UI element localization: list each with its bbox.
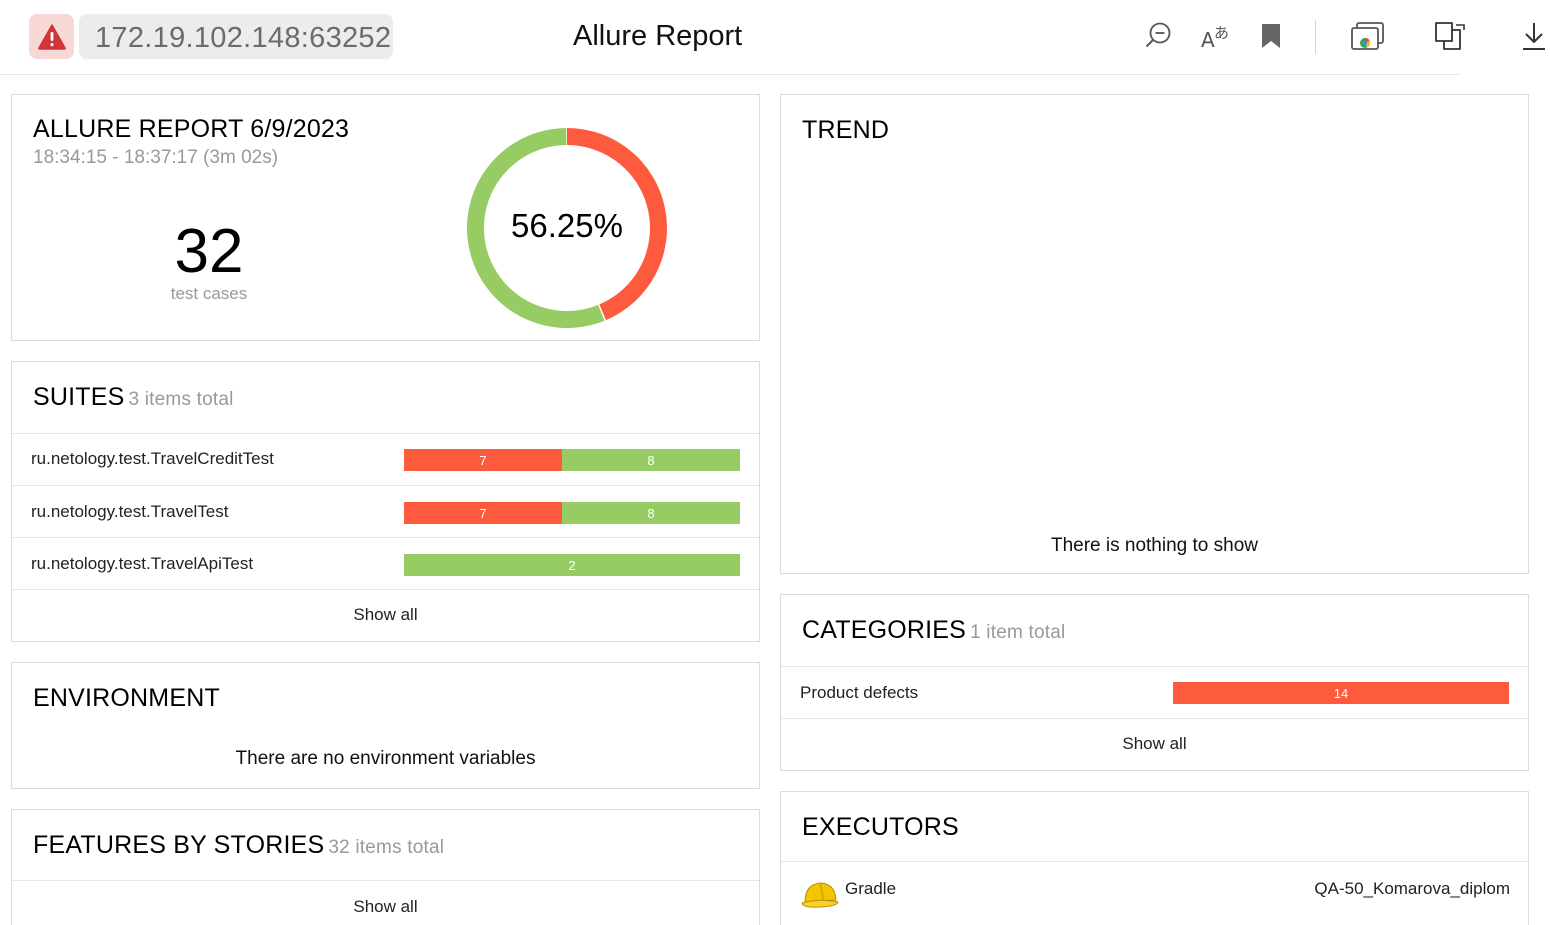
suite-name: ru.netology.test.TravelApiTest (31, 554, 254, 573)
passed-segment[interactable]: 8 (562, 502, 740, 524)
hard-hat-icon (801, 882, 839, 908)
suite-name: ru.netology.test.TravelCreditTest (31, 449, 274, 468)
executor-build-name[interactable]: QA-50_Komarova_diplom (1314, 879, 1510, 899)
bookmark-button[interactable] (1253, 18, 1289, 54)
environment-empty-message: There are no environment variables (235, 748, 536, 769)
test-case-count-label: test cases (170, 284, 248, 303)
executor-row[interactable]: Gradle QA-50_Komarova_diplom (781, 862, 1528, 922)
address-bar[interactable]: 172.19.102.148:63252 (79, 14, 393, 59)
page-title: Allure Report (573, 20, 743, 52)
toolbar-border (0, 74, 1460, 75)
failed-segment[interactable]: 14 (1173, 682, 1509, 704)
bookmark-icon (1262, 24, 1280, 48)
suite-status-bar[interactable]: 7 8 (404, 502, 740, 524)
executors-widget: EXECUTORS Gradle QA-50_Komarova_diplom (780, 791, 1529, 925)
failed-segment[interactable]: 7 (404, 449, 562, 471)
suite-row[interactable]: ru.netology.test.TravelTest 7 8 (12, 486, 759, 538)
features-widget: FEATURES BY STORIES 32 items total Show a… (11, 809, 760, 925)
suite-status-bar[interactable]: 2 (404, 554, 740, 576)
suite-row[interactable]: ru.netology.test.TravelApiTest 2 (12, 538, 759, 590)
success-rate-percent: 56.25% (511, 207, 623, 244)
report-time-range: 18:34:15 - 18:37:17 (3m 02s) (33, 147, 279, 168)
divider (12, 589, 759, 590)
read-aloud-icon: A あ (1201, 24, 1229, 51)
suite-name: ru.netology.test.TravelTest (31, 502, 229, 521)
download-icon (1523, 23, 1545, 50)
extensions-icon (1435, 22, 1465, 50)
suite-status-bar[interactable]: 7 8 (404, 449, 740, 471)
features-title-text: FEATURES BY STORIES (33, 831, 325, 859)
categories-show-all-link[interactable]: Show all (781, 734, 1528, 754)
categories-title: CATEGORIES 1 item total (802, 616, 1065, 645)
environment-widget: ENVIRONMENT There are no environment var… (11, 662, 760, 789)
summary-widget: ALLURE REPORT 6/9/2023 18:34:15 - 18:37:… (11, 94, 760, 341)
category-row[interactable]: Product defects 14 (781, 667, 1528, 719)
categories-count: 1 item total (970, 622, 1066, 643)
extensions-button[interactable] (1432, 18, 1468, 54)
divider (781, 718, 1528, 719)
category-status-bar[interactable]: 14 (1173, 682, 1509, 704)
warning-icon (37, 23, 66, 50)
download-button[interactable] (1516, 18, 1550, 54)
suites-title: SUITES 3 items total (33, 383, 234, 412)
passed-segment[interactable]: 8 (562, 449, 740, 471)
passed-segment[interactable]: 2 (404, 554, 740, 576)
svg-text:あ: あ (1214, 24, 1229, 42)
browser-window-button[interactable] (1350, 18, 1386, 54)
test-case-count: 32 (174, 217, 244, 286)
report-title: ALLURE REPORT 6/9/2023 (33, 115, 350, 143)
site-security-warning-button[interactable] (29, 14, 74, 59)
read-aloud-button[interactable]: A あ (1199, 18, 1235, 54)
trend-title: TREND (802, 116, 890, 144)
divider (12, 880, 759, 881)
suites-title-text: SUITES (33, 383, 125, 411)
categories-widget: CATEGORIES 1 item total Product defects 1… (780, 594, 1529, 771)
suites-count: 3 items total (128, 389, 234, 410)
trend-empty-message: There is nothing to show (1050, 535, 1258, 556)
features-count: 32 items total (328, 837, 445, 858)
environment-title: ENVIRONMENT (33, 684, 220, 712)
svg-text:A: A (1201, 28, 1215, 51)
category-name: Product defects (800, 683, 919, 702)
suites-widget: SUITES 3 items total ru.netology.test.Tra… (11, 361, 760, 642)
zoom-out-button[interactable] (1140, 18, 1176, 54)
categories-title-text: CATEGORIES (802, 616, 967, 644)
browser-toolbar: 172.19.102.148:63252 Allure Report A あ (0, 0, 1550, 74)
browser-window-icon (1351, 22, 1384, 50)
executor-name[interactable]: Gradle (845, 879, 896, 899)
failed-segment[interactable]: 7 (404, 502, 562, 524)
zoom-out-icon (1145, 22, 1171, 48)
features-show-all-link[interactable]: Show all (12, 897, 759, 917)
executors-title: EXECUTORS (802, 813, 959, 841)
trend-widget: TREND There is nothing to show (780, 94, 1529, 574)
suites-show-all-link[interactable]: Show all (12, 605, 759, 625)
features-title: FEATURES BY STORIES 32 items total (33, 831, 444, 860)
address-bar-url: 172.19.102.148:63252 (95, 22, 392, 54)
suite-row[interactable]: ru.netology.test.TravelCreditTest 7 8 (12, 434, 759, 486)
toolbar-divider (1315, 20, 1316, 54)
